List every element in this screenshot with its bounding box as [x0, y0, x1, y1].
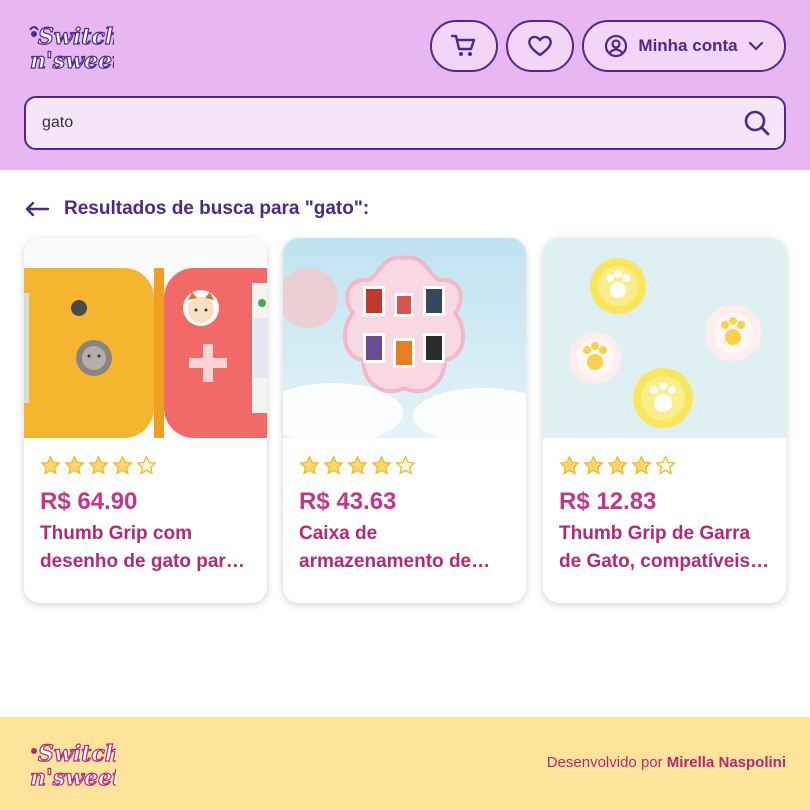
- results-title: Resultados de busca para "gato":: [64, 198, 370, 219]
- search-icon: [744, 110, 770, 136]
- product-price: R$ 43.63: [299, 488, 397, 515]
- rating-stars: [40, 454, 251, 476]
- rating-stars: [299, 454, 510, 476]
- back-arrow-icon[interactable]: [24, 199, 50, 219]
- star-filled-icon: [88, 454, 109, 475]
- product-price: R$ 12.83: [559, 488, 657, 515]
- product-title[interactable]: Thumb Grip de Garra de Gato, compatíveis…: [559, 520, 770, 576]
- product-card[interactable]: R$ 64.90 Thumb Grip com desenho de gato …: [24, 238, 267, 603]
- footer-logo[interactable]: Switch n'sweet: [24, 737, 122, 791]
- svg-text:Switch: Switch: [38, 741, 116, 767]
- product-title[interactable]: Thumb Grip com desenho de gato para Nint…: [40, 520, 251, 576]
- site-header: Switch n'sweet Minha conta: [0, 0, 810, 170]
- star-filled-icon: [371, 454, 392, 475]
- star-filled-icon: [112, 454, 133, 475]
- rating-stars: [559, 454, 770, 476]
- svg-text:n'sweet: n'sweet: [30, 48, 114, 74]
- star-filled-icon: [559, 454, 580, 475]
- product-image: [24, 238, 267, 438]
- product-card[interactable]: R$ 12.83 Thumb Grip de Garra de Gato, co…: [543, 238, 786, 603]
- footer-credit: Desenvolvido por Mirella Naspolini: [547, 754, 786, 771]
- search-button[interactable]: [742, 108, 772, 138]
- star-empty-icon: [395, 454, 416, 475]
- star-filled-icon: [631, 454, 652, 475]
- product-title[interactable]: Caixa de armazenamento de cartões de jog…: [299, 520, 510, 576]
- star-filled-icon: [40, 454, 61, 475]
- heart-icon: [528, 35, 552, 57]
- chevron-down-icon: [748, 41, 763, 51]
- account-button[interactable]: Minha conta: [582, 20, 786, 72]
- results-header: Resultados de busca para "gato":: [24, 196, 369, 222]
- star-filled-icon: [607, 454, 628, 475]
- product-card[interactable]: R$ 43.63 Caixa de armazenamento de cartõ…: [283, 238, 526, 603]
- star-filled-icon: [347, 454, 368, 475]
- product-price: R$ 64.90: [40, 488, 138, 515]
- favorites-button[interactable]: [506, 20, 574, 72]
- star-filled-icon: [583, 454, 604, 475]
- footer-logo-graphic: Switch n'sweet: [29, 740, 122, 791]
- account-label: Minha conta: [638, 36, 738, 55]
- star-empty-icon: [136, 454, 157, 475]
- star-filled-icon: [323, 454, 344, 475]
- site-footer: Switch n'sweet Desenvolvido por Mirella …: [0, 717, 810, 810]
- product-image: [283, 238, 526, 438]
- svg-text:n'sweet: n'sweet: [30, 765, 116, 791]
- cart-button[interactable]: [430, 20, 498, 72]
- star-empty-icon: [655, 454, 676, 475]
- search-input[interactable]: [42, 114, 742, 132]
- star-filled-icon: [299, 454, 320, 475]
- search-bar: [24, 96, 786, 150]
- credit-author-link[interactable]: Mirella Naspolini: [667, 754, 786, 771]
- product-image: [543, 238, 786, 438]
- credit-prefix: Desenvolvido por: [546, 754, 663, 771]
- svg-text:Switch: Switch: [38, 24, 114, 50]
- star-filled-icon: [64, 454, 85, 475]
- cart-icon: [451, 34, 476, 56]
- logo-graphic: Switch n'sweet: [29, 23, 123, 75]
- brand-logo[interactable]: Switch n'sweet: [24, 20, 123, 75]
- user-circle-icon: [605, 34, 628, 58]
